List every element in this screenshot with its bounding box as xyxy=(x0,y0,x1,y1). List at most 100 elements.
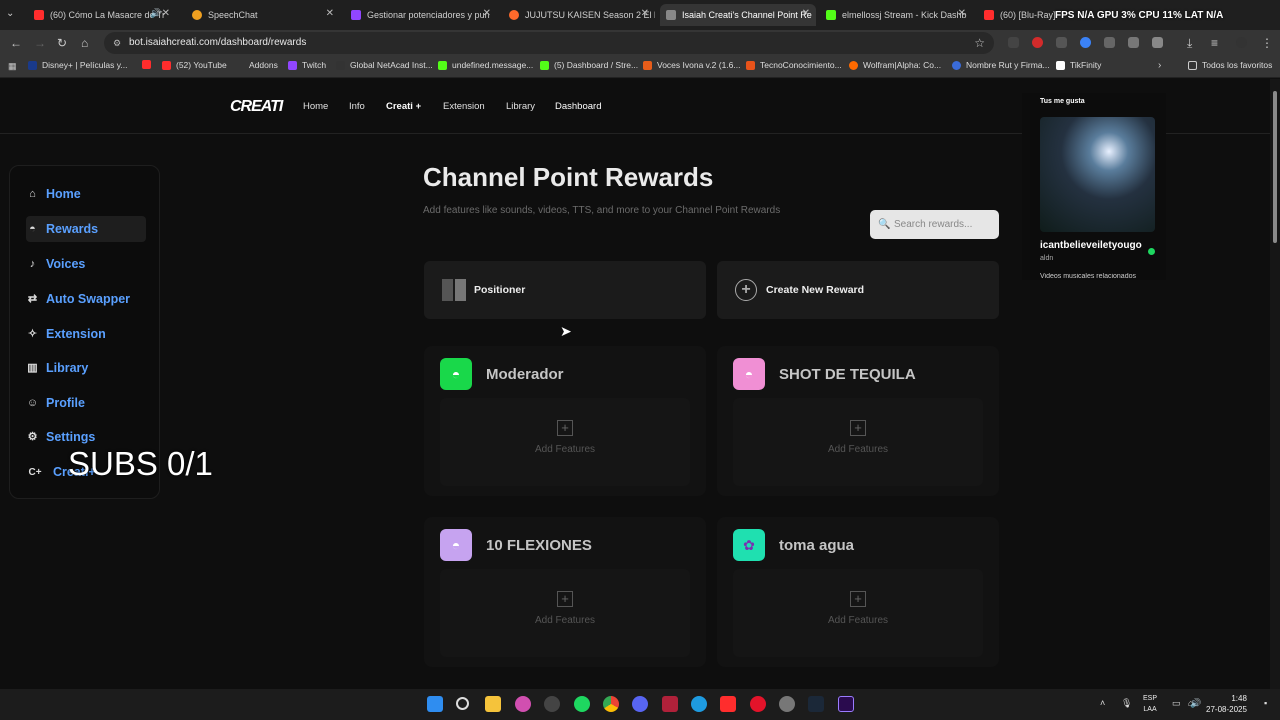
add-features-button[interactable]: + Add Features xyxy=(733,398,983,486)
nav-creati-plus[interactable]: Creati + xyxy=(386,101,421,112)
bookmark-item[interactable]: Addons xyxy=(249,60,278,70)
browser-tab[interactable]: (60) [Blu-Ray] Subs xyxy=(978,4,1058,26)
sidebar-item-library[interactable]: ▥ Library xyxy=(26,355,146,381)
sidebar-item-auto-swapper[interactable]: ⇄ Auto Swapper xyxy=(26,286,146,312)
close-tab-icon[interactable]: ✕ xyxy=(162,8,170,19)
menu-kebab-icon[interactable]: ⋮ xyxy=(1261,36,1273,50)
opera-icon[interactable] xyxy=(750,696,766,712)
bookmark-item[interactable]: TecnoConocimiento... xyxy=(746,60,842,70)
nav-dashboard[interactable]: Dashboard xyxy=(555,101,601,112)
bookmark-item[interactable]: Twitch xyxy=(288,60,326,70)
reward-card[interactable]: ◓ 10 FLEXIONES + Add Features xyxy=(424,517,706,667)
nav-library[interactable]: Library xyxy=(506,101,535,112)
spotify-icon[interactable] xyxy=(574,696,590,712)
notifications-icon[interactable]: ▪ xyxy=(1264,698,1267,708)
extension-icon[interactable] xyxy=(1008,37,1019,48)
home-icon[interactable]: ⌂ xyxy=(81,36,88,50)
site-info-icon[interactable]: ⚙ xyxy=(113,32,121,54)
bookmark-item[interactable]: Nombre Rut y Firma... xyxy=(952,60,1050,70)
nav-home[interactable]: Home xyxy=(303,101,328,112)
tab-search-chevron-icon[interactable]: ⌄ xyxy=(6,8,14,19)
windows-start-icon[interactable] xyxy=(427,696,443,712)
discord-icon[interactable] xyxy=(632,696,648,712)
sidebar-item-rewards[interactable]: ◓ Rewards xyxy=(26,216,146,242)
extension-icon[interactable] xyxy=(1056,37,1067,48)
sidebar-item-label: Auto Swapper xyxy=(46,292,131,306)
premiere-icon[interactable] xyxy=(838,696,854,712)
reward-card[interactable]: ◓ SHOT DE TEQUILA + Add Features xyxy=(717,346,999,496)
close-tab-icon[interactable]: ✕ xyxy=(483,8,491,19)
url-input[interactable]: ⚙ bot.isaiahcreati.com/dashboard/rewards… xyxy=(104,32,994,54)
language-indicator[interactable]: ESP LAA xyxy=(1143,693,1157,715)
chatgpt-icon[interactable] xyxy=(544,696,560,712)
bookmark-star-icon[interactable]: ☆ xyxy=(974,32,985,54)
chrome-icon[interactable] xyxy=(603,696,619,712)
bookmark-item[interactable]: Wolfram|Alpha: Co... xyxy=(849,60,941,70)
steam-icon[interactable] xyxy=(808,696,824,712)
settings-icon[interactable] xyxy=(779,696,795,712)
profile-avatar[interactable] xyxy=(1236,37,1247,48)
sidebar-item-extension[interactable]: ✧ Extension xyxy=(26,321,146,347)
bookmark-item[interactable]: (5) Dashboard / Stre... xyxy=(540,60,638,70)
sidebar-item-home[interactable]: ⌂ Home xyxy=(26,181,146,207)
download-icon[interactable]: ⤓ xyxy=(1187,36,1192,51)
bookmark-item[interactable]: undefined.message... xyxy=(438,60,533,70)
reload-icon[interactable]: ↻ xyxy=(57,36,67,50)
close-tab-icon[interactable]: ✕ xyxy=(641,8,649,19)
extension-icon[interactable] xyxy=(1032,37,1043,48)
file-explorer-icon[interactable] xyxy=(485,696,501,712)
browser-tab[interactable]: SpeechChat ✕ xyxy=(186,4,340,26)
bookmark-item[interactable]: TikFinity xyxy=(1056,60,1101,70)
app-icon[interactable] xyxy=(515,696,531,712)
add-features-button[interactable]: + Add Features xyxy=(440,398,690,486)
add-features-button[interactable]: + Add Features xyxy=(440,569,690,657)
extension-icon[interactable] xyxy=(1104,37,1115,48)
browser-tab[interactable]: (60) Cómo La Masacre de Tr 🔊 ✕ xyxy=(28,4,176,26)
playlist-icon[interactable]: ≡ xyxy=(1211,36,1218,50)
close-tab-icon[interactable]: ✕ xyxy=(326,8,334,19)
puzzle-icon[interactable] xyxy=(1152,37,1163,48)
all-bookmarks-folder[interactable]: Todos los favoritos xyxy=(1188,60,1272,70)
youtube-icon[interactable] xyxy=(720,696,736,712)
edge-icon[interactable] xyxy=(691,696,707,712)
bookmark-item[interactable]: Voces Ivona v.2 (1.6... xyxy=(643,60,740,70)
page-scrollbar[interactable] xyxy=(1270,79,1280,689)
tray-chevron-icon[interactable]: ˄ xyxy=(1100,698,1105,708)
bookmark-item[interactable]: Disney+ | Películas y... xyxy=(28,60,127,70)
browser-tab[interactable]: Gestionar potenciadores y pun ✕ xyxy=(345,4,497,26)
bookmark-item[interactable]: Global NetAcad Inst... xyxy=(336,60,433,70)
microphone-icon[interactable]: 🎙 xyxy=(1121,698,1132,709)
scrollbar-thumb[interactable] xyxy=(1273,91,1277,243)
reward-card[interactable]: ✿ toma agua + Add Features xyxy=(717,517,999,667)
browser-tab[interactable]: elmellossj Stream - Kick Dashb ✕ xyxy=(820,4,972,26)
search-icon[interactable] xyxy=(456,697,469,710)
create-new-reward-button[interactable]: + Create New Reward xyxy=(717,261,999,319)
creati-logo[interactable]: CREATI xyxy=(230,98,283,116)
add-features-button[interactable]: + Add Features xyxy=(733,569,983,657)
forward-icon[interactable]: → xyxy=(34,36,46,50)
search-rewards-input[interactable]: 🔍 Search rewards... xyxy=(870,210,999,239)
sidebar-item-voices[interactable]: ♪ Voices xyxy=(26,251,146,277)
sidebar-item-profile[interactable]: ☺ Profile xyxy=(26,390,146,416)
extension-icon[interactable] xyxy=(1128,37,1139,48)
related-videos: Videos musicales relacionados xyxy=(1040,273,1136,280)
clock[interactable]: 1:48 27-08-2025 xyxy=(1206,693,1247,715)
positioner-button[interactable]: Positioner xyxy=(424,261,706,319)
media-popup[interactable]: Tus me gusta icantbelieveiletyougo aldn … xyxy=(1022,93,1166,280)
chevron-right-icon[interactable]: › xyxy=(1158,60,1161,71)
nav-extension[interactable]: Extension xyxy=(443,101,485,112)
back-icon[interactable]: ← xyxy=(10,36,22,50)
close-tab-icon[interactable]: ✕ xyxy=(802,8,810,19)
browser-tab[interactable]: JUJUTSU KAISEN Season 2 El b ✕ xyxy=(503,4,655,26)
extension-icon[interactable] xyxy=(1080,37,1091,48)
browser-tab-active[interactable]: Isaiah Creati's Channel Point Re ✕ xyxy=(660,4,816,26)
reward-card[interactable]: ◓ Moderador + Add Features xyxy=(424,346,706,496)
apps-grid-icon[interactable]: ▦ xyxy=(8,61,17,72)
nav-info[interactable]: Info xyxy=(349,101,365,112)
close-tab-icon[interactable]: ✕ xyxy=(958,8,966,19)
app-icon[interactable] xyxy=(662,696,678,712)
bookmark-item[interactable] xyxy=(142,60,156,69)
volume-icon[interactable]: 🔊 xyxy=(1190,698,1201,709)
monitor-icon[interactable]: ▭ xyxy=(1172,698,1181,709)
bookmark-item[interactable]: (52) YouTube xyxy=(162,60,227,70)
